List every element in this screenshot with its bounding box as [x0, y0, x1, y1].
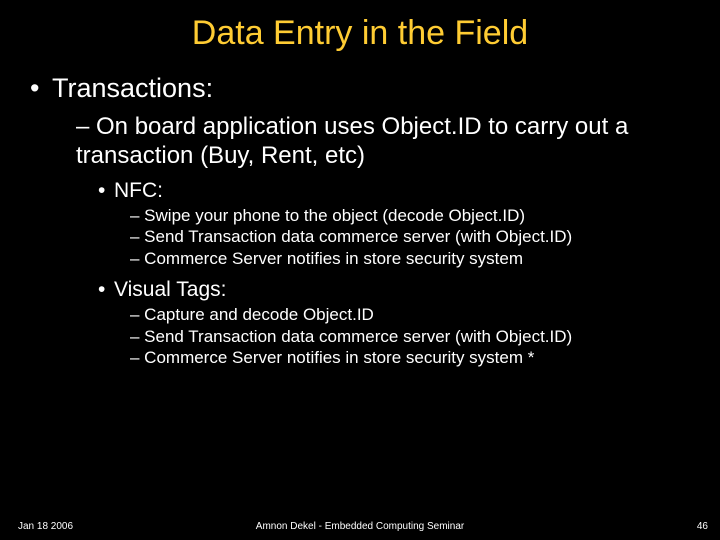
nfc-label: NFC:: [114, 179, 163, 202]
l1-text: Transactions:: [52, 73, 213, 103]
visual-item: – Commerce Server notifies in store secu…: [30, 347, 700, 369]
bullet-level2: – On board application uses Object.ID to…: [30, 112, 700, 171]
nfc-item: – Send Transaction data commerce server …: [30, 226, 700, 248]
slide-content: •Transactions: – On board application us…: [0, 73, 720, 369]
bullet-icon: •: [30, 73, 52, 104]
nfc-item: – Swipe your phone to the object (decode…: [30, 205, 700, 227]
bullet-level3-visual: •Visual Tags:: [30, 278, 700, 302]
visual-label: Visual Tags:: [114, 278, 226, 301]
slide-number: 46: [697, 521, 708, 532]
slide-title: Data Entry in the Field: [0, 0, 720, 73]
bullet-icon: •: [98, 278, 114, 302]
nfc-item: – Commerce Server notifies in store secu…: [30, 248, 700, 270]
bullet-icon: •: [98, 179, 114, 203]
bullet-level1: •Transactions:: [30, 73, 700, 104]
footer-author: Amnon Dekel - Embedded Computing Seminar: [0, 521, 720, 532]
visual-item: – Capture and decode Object.ID: [30, 304, 700, 326]
visual-item: – Send Transaction data commerce server …: [30, 326, 700, 348]
bullet-level3-nfc: •NFC:: [30, 179, 700, 203]
